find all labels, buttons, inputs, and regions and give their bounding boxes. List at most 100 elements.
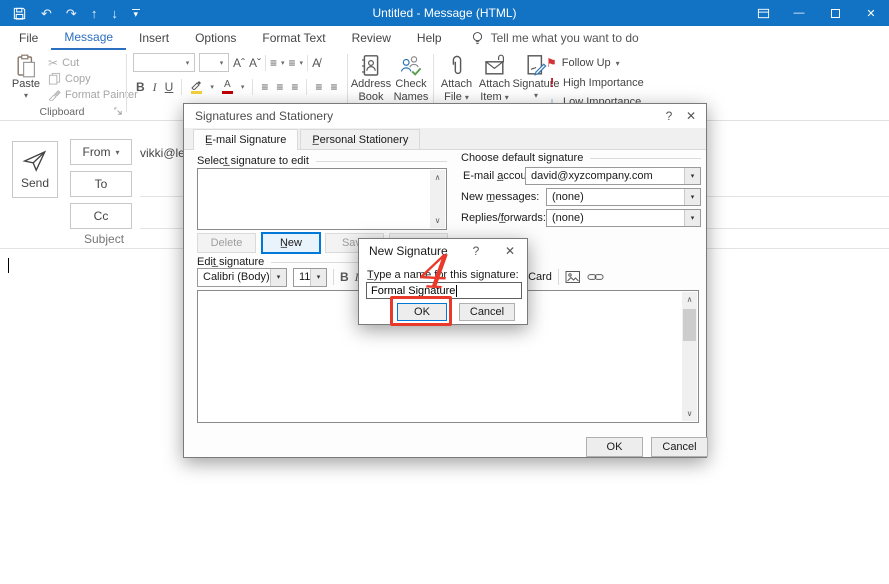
shrink-font-icon[interactable]: Aˇ	[249, 56, 261, 70]
text-caret	[456, 285, 457, 297]
align-left-icon[interactable]: ≡	[261, 80, 268, 94]
scroll-down-icon[interactable]: ∨	[687, 406, 693, 421]
align-center-icon[interactable]: ≡	[276, 80, 283, 94]
select-signature-group: Select̲ signature to edit	[197, 155, 447, 167]
high-importance-button[interactable]: ! High Importance	[546, 75, 644, 90]
attach-item-icon	[483, 54, 507, 78]
font-size-combo[interactable]: ▾	[199, 53, 229, 72]
bullets-icon[interactable]: ≡	[270, 56, 277, 70]
address-book-button[interactable]: AddressBook	[351, 54, 391, 103]
cc-button[interactable]: Cc	[70, 203, 132, 229]
follow-up-button[interactable]: ⚑ Follow Up ▾	[546, 56, 620, 70]
scrollbar-thumb[interactable]	[683, 309, 696, 341]
new-signature-help-button[interactable]: ?	[465, 239, 487, 263]
signature-size-combo[interactable]: 11 ▾	[293, 268, 327, 287]
tab-personal-stationery[interactable]: P̲ersonal Stationery	[300, 129, 420, 149]
save-icon[interactable]	[12, 6, 27, 21]
paste-dropdown-icon[interactable]: ▾	[24, 91, 28, 100]
scroll-down-icon[interactable]: ∨	[435, 213, 441, 228]
new-signature-cancel-button[interactable]: Cancel	[459, 303, 515, 321]
paste-icon	[15, 54, 37, 78]
tab-message[interactable]: Message	[51, 26, 126, 50]
lightbulb-icon	[471, 31, 484, 46]
paste-button[interactable]: Paste ▾	[8, 54, 44, 100]
sig-bold-icon[interactable]: B	[340, 270, 349, 284]
attach-file-dropdown-icon[interactable]: ▾	[465, 93, 469, 102]
close-button[interactable]: ✕	[853, 0, 889, 26]
replies-forwards-combo[interactable]: (none) ▾	[546, 209, 701, 227]
outlook-window: ↶ ↷ ↑ ↓ ▾ Untitled - Message (HTML) — ✕ …	[0, 0, 889, 584]
increase-indent-icon[interactable]: ≡	[330, 80, 337, 94]
attach-item-dropdown-icon[interactable]: ▾	[505, 93, 509, 102]
quick-access-toolbar: ↶ ↷ ↑ ↓ ▾	[0, 6, 140, 21]
attach-file-button[interactable]: Attach File ▾	[438, 54, 475, 103]
underline-icon[interactable]: U	[165, 80, 174, 94]
to-button[interactable]: To	[70, 171, 132, 197]
listbox-scrollbar[interactable]: ∧ ∨	[430, 170, 445, 228]
from-button[interactable]: From ▾	[70, 139, 132, 165]
ribbon-display-options-icon[interactable]	[745, 0, 781, 26]
grow-font-icon[interactable]: Aˆ	[233, 56, 245, 70]
highlight-color-icon[interactable]	[190, 80, 202, 94]
signature-dropdown-icon[interactable]: ▾	[534, 91, 538, 100]
insert-picture-icon[interactable]	[565, 270, 581, 284]
ribbon-tab-row: File Message Insert Options Format Text …	[0, 26, 889, 50]
align-right-icon[interactable]: ≡	[291, 80, 298, 94]
new-signature-close-button[interactable]: ✕	[499, 239, 521, 263]
redo-icon[interactable]: ↷	[66, 7, 77, 20]
annotation-highlight-box	[390, 296, 452, 326]
combo-dropdown-icon[interactable]: ▾	[684, 210, 700, 226]
copy-button[interactable]: Copy	[48, 72, 91, 85]
email-account-combo[interactable]: david@xyzcompany.com ▾	[525, 167, 701, 185]
bold-icon[interactable]: B	[136, 80, 145, 94]
tab-format-text[interactable]: Format Text	[249, 26, 338, 50]
send-button[interactable]: Send	[12, 141, 58, 198]
delete-button[interactable]: Delete	[197, 233, 256, 253]
customize-qat-icon[interactable]: ▾	[132, 9, 140, 17]
insert-hyperlink-icon[interactable]	[587, 271, 604, 283]
signatures-cancel-button[interactable]: Cancel	[651, 437, 708, 457]
undo-icon[interactable]: ↶	[41, 7, 52, 20]
clipboard-dialog-launcher-icon[interactable]	[114, 107, 123, 116]
signatures-dialog-close-button[interactable]: ✕	[680, 104, 702, 128]
scissors-icon: ✂	[48, 56, 58, 70]
signature-font-combo[interactable]: Calibri (Body) ▾	[197, 268, 287, 287]
combo-dropdown-icon[interactable]: ▾	[270, 269, 286, 286]
signatures-dialog-titlebar[interactable]: Signatures and Stationery	[184, 104, 706, 128]
signatures-dialog-tabstrip: E̲-mail Signature P̲ersonal Stationery	[184, 128, 706, 150]
move-up-icon[interactable]: ↑	[91, 7, 98, 20]
combo-dropdown-icon[interactable]: ▾	[310, 269, 326, 286]
replies-forwards-label: Replies/f̲orwards:	[461, 209, 546, 227]
clear-formatting-icon[interactable]: A̸	[312, 56, 320, 70]
tab-email-signature[interactable]: E̲-mail Signature	[193, 129, 298, 150]
minimize-button[interactable]: —	[781, 0, 817, 26]
combo-dropdown-icon[interactable]: ▾	[684, 168, 700, 184]
numbering-icon[interactable]: ≡	[289, 56, 296, 70]
combo-dropdown-icon[interactable]: ▾	[684, 189, 700, 205]
signatures-ok-button[interactable]: OK	[586, 437, 643, 457]
tab-review[interactable]: Review	[339, 26, 404, 50]
font-color-icon[interactable]: A	[222, 80, 233, 94]
check-names-button[interactable]: CheckNames	[391, 54, 431, 103]
tab-file[interactable]: File	[6, 26, 51, 50]
maximize-button[interactable]	[817, 0, 853, 26]
scroll-up-icon[interactable]: ∧	[435, 170, 441, 185]
format-painter-button[interactable]: Format Painter	[48, 88, 138, 101]
move-down-icon[interactable]: ↓	[111, 7, 118, 20]
font-name-combo[interactable]: ▾	[133, 53, 195, 72]
tell-me-box[interactable]: Tell me what you want to do	[471, 26, 639, 50]
new-messages-combo[interactable]: (none) ▾	[546, 188, 701, 206]
signatures-dialog-help-button[interactable]: ?	[658, 104, 680, 128]
signature-listbox[interactable]: ∧ ∨	[197, 168, 447, 230]
tab-insert[interactable]: Insert	[126, 26, 182, 50]
decrease-indent-icon[interactable]: ≡	[315, 80, 322, 94]
cut-button[interactable]: ✂ Cut	[48, 56, 79, 70]
edit-area-scrollbar[interactable]: ∧ ∨	[682, 292, 697, 421]
italic-icon[interactable]: I	[153, 80, 157, 95]
tab-options[interactable]: Options	[182, 26, 249, 50]
scroll-up-icon[interactable]: ∧	[687, 292, 693, 307]
address-book-icon	[360, 54, 382, 78]
attach-item-button[interactable]: Attach Item ▾	[476, 54, 513, 103]
tab-help[interactable]: Help	[404, 26, 455, 50]
new-button[interactable]: N̲ew	[261, 232, 321, 254]
